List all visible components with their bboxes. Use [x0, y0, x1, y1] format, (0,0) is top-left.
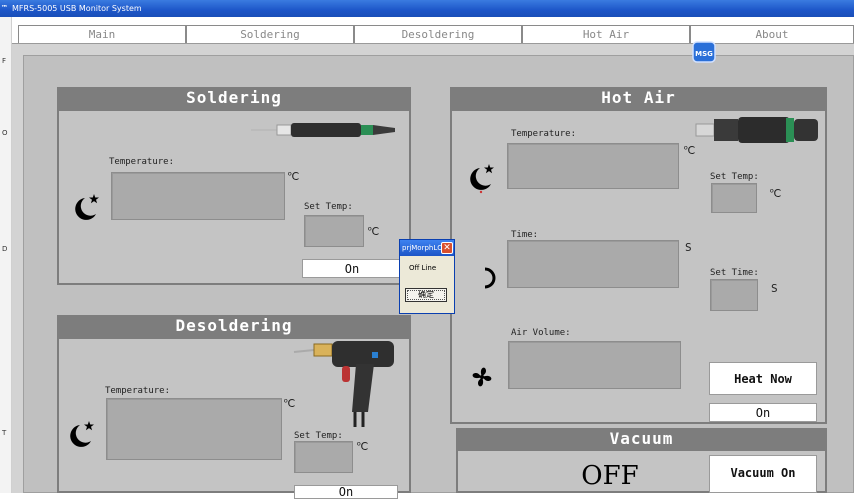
app-logo: ™ [1, 4, 8, 12]
strip-mark: F [2, 57, 7, 65]
desoldering-temperature-label: Temperature: [105, 386, 171, 396]
tab-soldering[interactable]: Soldering [186, 25, 354, 43]
soldering-temperature-display [111, 172, 285, 220]
window-title: MFRS-5005 USB Monitor System [12, 4, 142, 13]
window-title-bar: ™ MFRS-5005 USB Monitor System [0, 0, 854, 17]
hot-air-on-button[interactable]: On [709, 403, 817, 422]
strip-mark: T [2, 429, 7, 437]
hot-air-time-unit: S [685, 241, 692, 254]
vacuum-status: OFF [581, 461, 639, 491]
hot-air-section-title: Hot Air [450, 87, 827, 109]
soldering-iron-icon [247, 118, 397, 140]
soldering-set-temp-unit: ℃ [367, 225, 380, 238]
moon-star-icon [467, 162, 497, 194]
hot-air-temp-unit: ℃ [683, 144, 696, 157]
hot-air-temperature-label: Temperature: [511, 129, 577, 139]
soldering-temperature-label: Temperature: [109, 157, 175, 167]
moon-star-icon [72, 192, 102, 222]
tab-hot-air[interactable]: Hot Air [522, 25, 690, 43]
tab-desoldering[interactable]: Desoldering [354, 25, 522, 43]
hot-air-set-temp-label: Set Temp: [710, 172, 759, 182]
moon-star-icon [67, 419, 97, 449]
soldering-temp-unit: ℃ [287, 170, 300, 183]
desoldering-section-title: Desoldering [57, 315, 411, 337]
strip-mark: O [2, 129, 8, 137]
hot-air-time-label: Time: [511, 230, 539, 240]
vacuum-on-button[interactable]: Vacuum On [709, 455, 817, 493]
hot-air-temperature-display [507, 143, 679, 189]
desoldering-temperature-display [106, 398, 282, 460]
desoldering-on-button[interactable]: On [294, 485, 398, 499]
hot-air-handpiece-icon [694, 114, 820, 146]
dialog-ok-button[interactable]: 确定 [405, 288, 447, 302]
hot-air-air-volume-label: Air Volume: [511, 328, 571, 338]
vacuum-section-title: Vacuum [456, 428, 827, 449]
background-window-strip: F O D T [0, 17, 12, 493]
hot-air-set-temp-unit: ℃ [769, 187, 782, 200]
dialog-message: Off Line [409, 264, 437, 272]
desoldering-gun-icon [292, 336, 402, 428]
strip-mark: D [2, 245, 8, 253]
soldering-set-temp-label: Set Temp: [304, 202, 353, 212]
fan-icon [468, 363, 496, 391]
desoldering-set-temp-display [294, 441, 353, 473]
hot-air-air-volume-display [508, 341, 681, 389]
hot-air-set-time-label: Set Time: [710, 268, 759, 278]
soldering-on-button[interactable]: On [302, 259, 402, 278]
hot-air-time-display [507, 240, 679, 288]
hot-air-set-temp-display [711, 183, 757, 213]
soldering-section-title: Soldering [57, 87, 411, 109]
msg-badge-text: MSG [695, 50, 713, 58]
timer-icon [481, 265, 499, 291]
soldering-set-temp-display [304, 215, 364, 247]
offline-dialog: prjMorphLCD ✕ Off Line 确定 [399, 239, 455, 314]
close-icon[interactable]: ✕ [441, 242, 453, 254]
desoldering-set-temp-unit: ℃ [356, 440, 369, 453]
desoldering-set-temp-label: Set Temp: [294, 431, 343, 441]
msg-icon[interactable]: MSG [692, 41, 716, 63]
hot-air-set-time-display [710, 279, 758, 311]
tab-main[interactable]: Main [18, 25, 186, 43]
heat-now-button[interactable]: Heat Now [709, 362, 817, 395]
hot-air-set-time-unit: S [771, 282, 778, 295]
desoldering-temp-unit: ℃ [283, 397, 296, 410]
